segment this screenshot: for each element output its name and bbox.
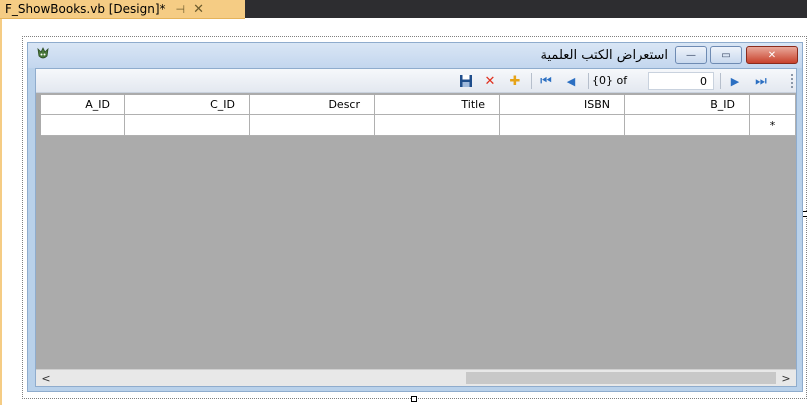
books-datagrid[interactable]: B_ID ISBN Title Descr C_ID A_ID * < > [36,95,796,386]
save-icon [460,75,472,87]
document-tab-title: F_ShowBooks.vb [Design]* [5,2,166,16]
table-cell[interactable] [375,115,500,136]
form-client-area: ✕ ✚ ⏮ ◀ {0} of 0 ▶ ⏭ B_ID ISBN Title Des… [35,68,797,387]
save-button[interactable] [457,72,475,90]
move-previous-button[interactable]: ◀ [562,72,580,90]
record-count-label: {0} of [592,74,628,87]
designer-window: F_ShowBooks.vb [Design]* ⊣ ✕ استعراض الك… [0,0,807,405]
scrollbar-thumb[interactable] [466,372,776,384]
new-row-marker[interactable]: * [750,115,796,136]
binding-navigator: ✕ ✚ ⏮ ◀ {0} of 0 ▶ ⏭ [36,69,796,93]
close-button[interactable]: ✕ [746,46,798,64]
table-cell[interactable] [250,115,375,136]
form-caption: استعراض الكتب العلمية [540,48,668,63]
toolbar-grip[interactable] [791,74,794,88]
move-last-button[interactable]: ⏭ [752,72,770,90]
table-cell[interactable] [625,115,750,136]
form-window[interactable]: استعراض الكتب العلمية — ▭ ✕ ✕ ✚ ⏮ ◀ {0} … [27,42,803,392]
header-row: B_ID ISBN Title Descr C_ID A_ID [36,95,796,115]
maximize-button[interactable]: ▭ [710,46,742,64]
table-cell[interactable] [125,115,250,136]
minimize-button[interactable]: — [675,46,707,64]
form-titlebar: استعراض الكتب العلمية — ▭ ✕ [28,43,802,68]
close-tab-icon[interactable]: ✕ [193,2,204,17]
scroll-left-arrow[interactable]: < [38,371,54,385]
delete-button[interactable]: ✕ [481,72,499,90]
column-header-title[interactable]: Title [375,95,500,115]
position-textbox[interactable]: 0 [648,72,714,90]
column-header-descr[interactable]: Descr [250,95,375,115]
column-header-b-id[interactable]: B_ID [625,95,750,115]
document-tab[interactable]: F_ShowBooks.vb [Design]* ⊣ ✕ [0,0,245,19]
pin-icon[interactable]: ⊣ [176,3,186,16]
move-next-button[interactable]: ▶ [726,72,744,90]
column-header-c-id[interactable]: C_ID [125,95,250,115]
app-icon [37,47,49,59]
column-header-a-id[interactable]: A_ID [41,95,125,115]
move-first-button[interactable]: ⏮ [537,72,555,90]
column-header-isbn[interactable]: ISBN [500,95,625,115]
resize-handle-bottom[interactable] [411,396,417,402]
table-cell[interactable] [41,115,125,136]
new-row[interactable]: * [36,115,796,136]
toolbar-separator [531,73,532,89]
scroll-right-arrow[interactable]: > [778,371,794,385]
toolbar-separator [720,73,721,89]
toolbar-separator [588,73,589,89]
add-new-button[interactable]: ✚ [506,72,524,90]
horizontal-scrollbar[interactable]: < > [36,369,796,386]
table-cell[interactable] [500,115,625,136]
corner-header[interactable] [750,95,796,115]
